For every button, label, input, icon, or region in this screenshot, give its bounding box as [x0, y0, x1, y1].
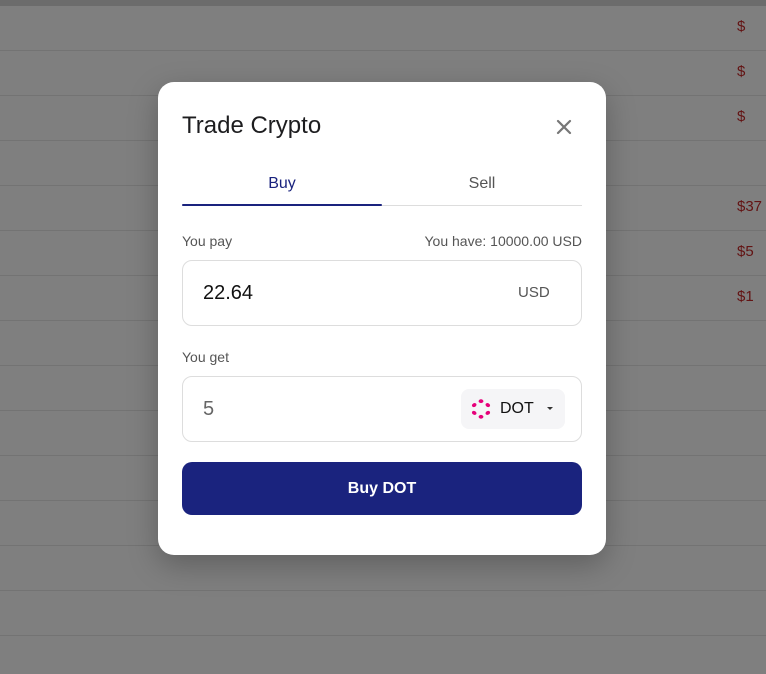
balance-text: You have: 10000.00 USD — [424, 233, 583, 249]
close-icon — [556, 119, 572, 135]
active-tab-indicator — [182, 204, 382, 206]
get-amount-input[interactable] — [203, 377, 453, 441]
pay-amount-input[interactable] — [203, 261, 453, 325]
pay-currency-label: USD — [518, 284, 550, 301]
trade-crypto-modal: Trade Crypto Buy Sell You pay You have: … — [158, 82, 606, 555]
trade-tabs: Buy Sell — [182, 162, 582, 206]
tab-sell[interactable]: Sell — [382, 162, 582, 205]
pay-input-box: USD — [182, 260, 582, 326]
tab-buy[interactable]: Buy — [182, 162, 382, 205]
buy-button[interactable]: Buy DOT — [182, 462, 582, 515]
modal-title: Trade Crypto — [182, 112, 322, 139]
coin-label: DOT — [500, 400, 534, 417]
close-button[interactable] — [552, 115, 576, 139]
you-get-label: You get — [182, 349, 229, 365]
you-pay-label: You pay — [182, 233, 233, 249]
get-input-box: DOT — [182, 376, 582, 442]
chevron-down-icon — [547, 407, 553, 410]
polkadot-icon — [471, 399, 491, 419]
coin-select[interactable]: DOT — [461, 389, 565, 429]
